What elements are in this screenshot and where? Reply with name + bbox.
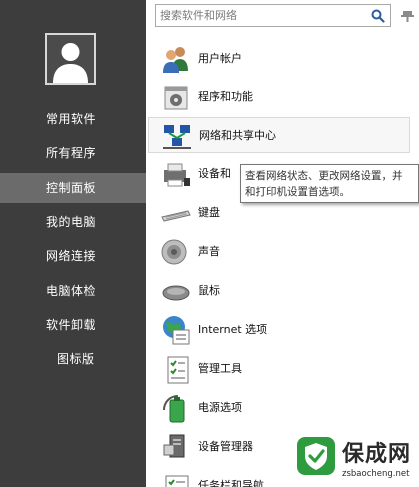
search-input[interactable] (160, 7, 360, 24)
tooltip-line-1: 查看网络状态、更改网络设置，并 (245, 170, 403, 182)
tooltip-line-2: 和打印机设置首选项。 (245, 186, 350, 198)
sidebar-item-uninstall[interactable]: 软件卸载 (0, 310, 146, 340)
cp-item-user-accounts[interactable]: 用户帐户 (148, 41, 410, 77)
cp-item-programs-features[interactable]: 程序和功能 (148, 79, 410, 115)
sidebar-item-icon-view[interactable]: 图标版 (0, 344, 146, 374)
cp-item-label: 键盘 (198, 206, 220, 219)
cp-item-label: 声音 (198, 245, 220, 258)
cp-item-label: 管理工具 (198, 362, 242, 375)
users-icon (163, 47, 188, 73)
user-silhouette-icon (47, 35, 94, 83)
sidebar-item-control-panel[interactable]: 控制面板 (0, 173, 146, 203)
watermark-url: zsbaocheng.net (342, 469, 410, 479)
mouse-icon (162, 285, 190, 301)
cp-item-admin-tools[interactable]: 管理工具 (148, 351, 410, 387)
keyboard-icon (161, 210, 191, 222)
sidebar-item-all-programs[interactable]: 所有程序 (0, 138, 146, 168)
cp-item-power-options[interactable]: 电源选项 (148, 390, 410, 426)
admin-tools-icon (167, 356, 189, 384)
user-avatar[interactable] (45, 33, 96, 85)
sidebar-item-my-computer[interactable]: 我的电脑 (0, 207, 146, 237)
control-panel-list: 用户帐户 程序和功能 网络和共享中心 设备和 键盘 声音 鼠标 Internet… (148, 37, 419, 487)
cp-item-label: 设备管理器 (198, 440, 253, 453)
watermark-title: 保成网 (342, 442, 412, 467)
cp-item-label: Internet 选项 (198, 323, 268, 336)
cp-item-label: 鼠标 (198, 284, 220, 297)
cp-item-label: 程序和功能 (198, 90, 253, 103)
cp-item-network-sharing-center[interactable]: 网络和共享中心 (148, 117, 410, 153)
speaker-icon (161, 239, 187, 265)
cp-item-sound[interactable]: 声音 (148, 234, 410, 270)
network-icon (163, 125, 191, 149)
programs-icon (164, 86, 188, 110)
taskbar-icon (165, 475, 189, 487)
power-icon (163, 395, 185, 423)
device-manager-icon (163, 434, 185, 458)
cp-item-label: 设备和 (198, 167, 231, 180)
search-box[interactable] (155, 4, 391, 27)
search-icon[interactable] (371, 9, 385, 23)
sidebar-item-common-software[interactable]: 常用软件 (0, 104, 146, 134)
cp-item-label: 用户帐户 (198, 52, 242, 65)
sidebar: 常用软件 所有程序 控制面板 我的电脑 网络连接 电脑体检 软件卸载 图标版 (0, 0, 146, 487)
cp-item-label: 网络和共享中心 (199, 129, 276, 142)
network-tooltip: 查看网络状态、更改网络设置，并 和打印机设置首选项。 (240, 164, 419, 203)
cp-item-label: 电源选项 (198, 401, 242, 414)
cp-item-label: 任务栏和导航 (198, 479, 264, 487)
watermark-logo-icon (297, 437, 335, 475)
pin-icon[interactable] (400, 8, 416, 22)
printer-icon (164, 163, 190, 187)
sidebar-item-pc-checkup[interactable]: 电脑体检 (0, 276, 146, 306)
cp-item-internet-options[interactable]: Internet 选项 (148, 312, 410, 348)
sidebar-item-network-connection[interactable]: 网络连接 (0, 241, 146, 271)
cp-item-mouse[interactable]: 鼠标 (148, 273, 410, 309)
internet-icon (163, 316, 190, 345)
